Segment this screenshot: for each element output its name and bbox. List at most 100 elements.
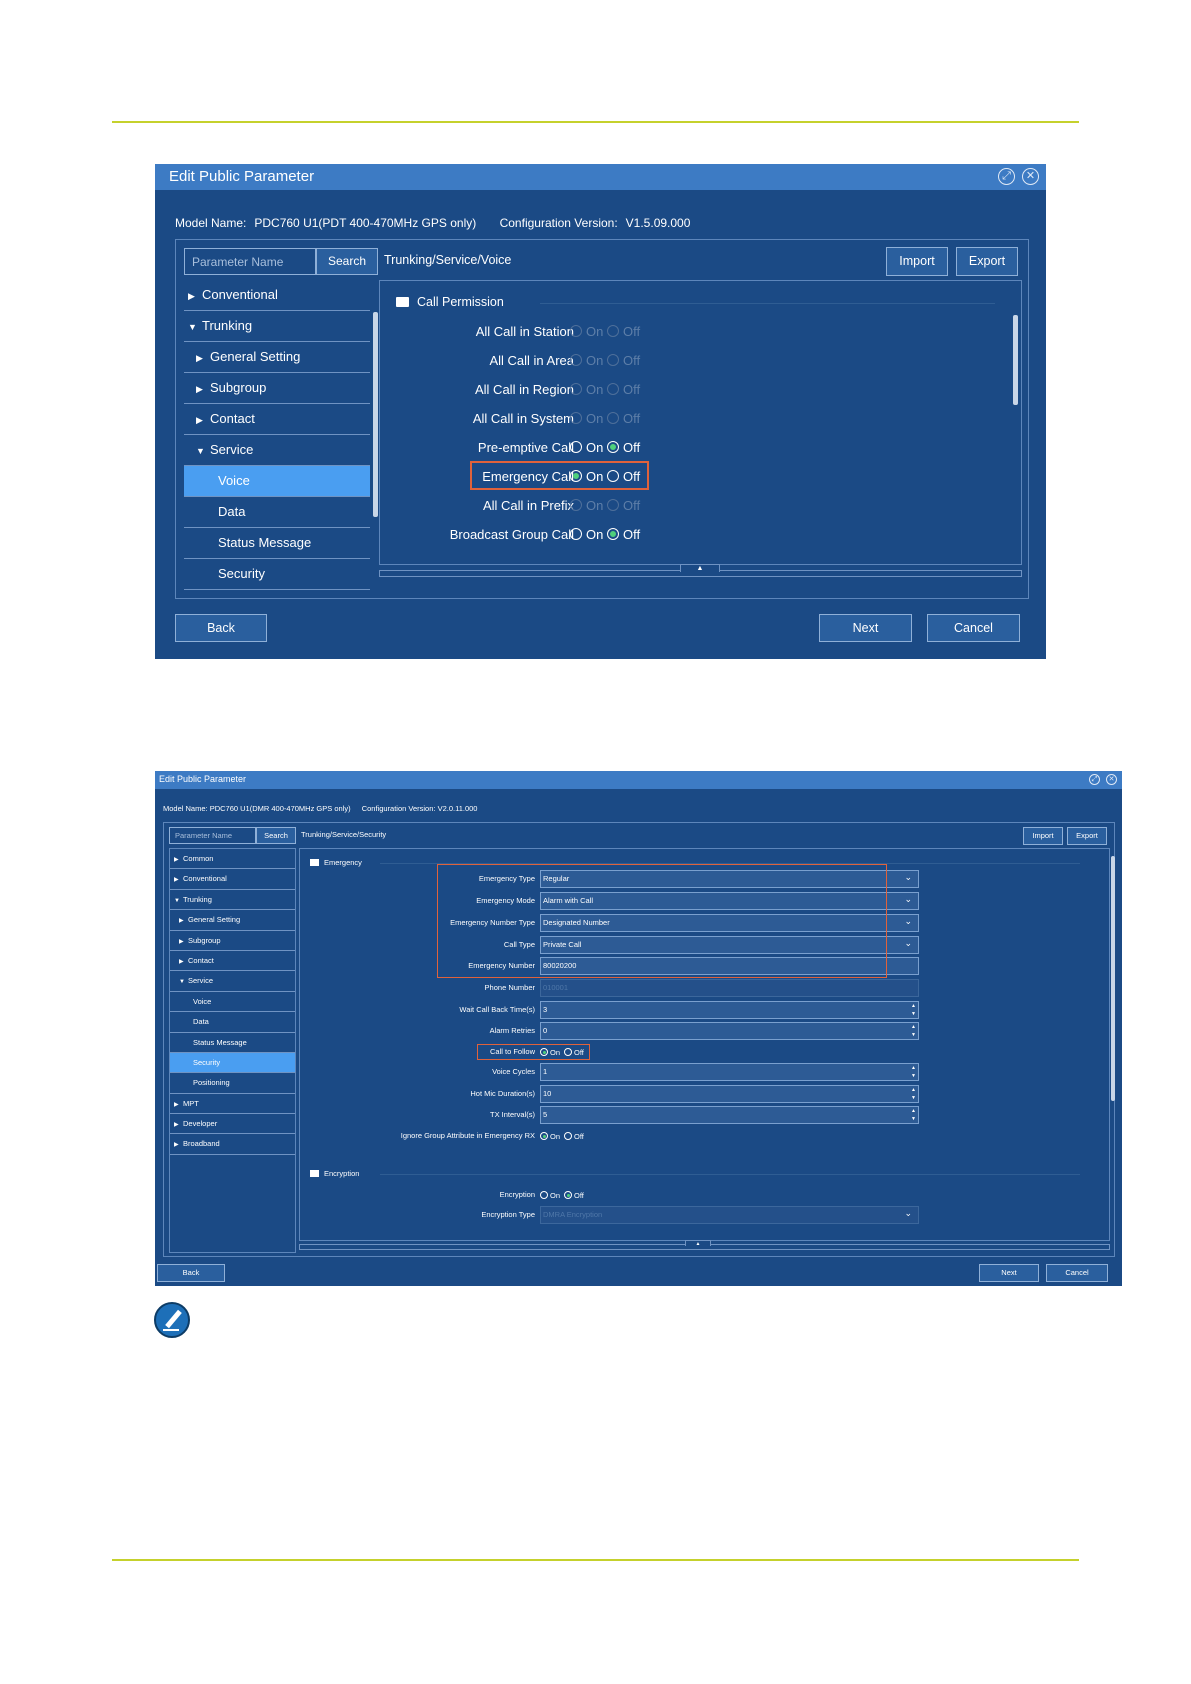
back-button[interactable]: Back — [175, 614, 267, 642]
radio-off-label: Off — [574, 1191, 584, 1200]
permission-row: Broadcast Group Call On Off — [380, 525, 810, 545]
radio-on: On — [570, 324, 603, 339]
tree-item-label: Data — [193, 1017, 209, 1027]
tree-item[interactable]: ▼ Trunking — [170, 890, 295, 911]
tree-item-label: Broadband — [183, 1139, 220, 1149]
radio-off-icon — [564, 1132, 573, 1140]
radio-on[interactable]: On — [540, 1191, 560, 1200]
tree-item[interactable]: ▶ Developer — [170, 1114, 295, 1135]
input-field[interactable]: 10 ▲ ▼ — [540, 1085, 919, 1103]
panel-scroll-thumb[interactable] — [1111, 856, 1115, 1101]
caret-right-icon: ▶ — [196, 384, 203, 394]
tree-item[interactable]: Status Message — [170, 1033, 295, 1053]
radio-on[interactable]: On — [570, 527, 603, 542]
tree-scrollbar[interactable] — [372, 280, 379, 593]
caret-right-icon: ▶ — [174, 857, 179, 863]
radio-on[interactable]: On — [540, 1132, 560, 1141]
tree-item[interactable]: Security — [170, 1052, 295, 1074]
caret-right-icon: ▶ — [179, 958, 184, 965]
group-divider — [540, 303, 995, 304]
horizontal-scrollbar[interactable]: ▲ — [379, 564, 1022, 577]
spinner-icon[interactable]: ▲ ▼ — [911, 1023, 916, 1039]
search-input[interactable]: Parameter Name — [184, 248, 316, 275]
tree-item[interactable]: Data — [184, 497, 370, 528]
radio-off-label: Off — [623, 527, 641, 542]
permission-label: All Call in System — [472, 411, 574, 426]
panel-scrollbar[interactable] — [1110, 848, 1116, 1241]
radio-off[interactable]: Off — [564, 1132, 584, 1141]
panel-scrollbar[interactable] — [1012, 283, 1019, 562]
tree-item[interactable]: ▼ Service — [184, 435, 370, 466]
radio-off[interactable]: Off — [564, 1191, 584, 1200]
tree-item[interactable]: ▶ Contact — [170, 951, 295, 972]
tree-scroll-thumb[interactable] — [373, 312, 378, 517]
radio-off[interactable]: Off — [607, 440, 640, 455]
radio-off: Off — [607, 411, 640, 426]
close-icon[interactable]: ✕ — [1106, 774, 1117, 785]
spinner-icon[interactable]: ▲ ▼ — [911, 1002, 916, 1018]
tree-item[interactable]: Voice — [184, 466, 370, 497]
cancel-button[interactable]: Cancel — [1046, 1264, 1108, 1282]
tree-item[interactable]: ▶ Subgroup — [184, 373, 370, 404]
panel-scroll-thumb[interactable] — [1013, 315, 1018, 405]
export-button[interactable]: Export — [956, 247, 1018, 276]
tree-item[interactable]: ▶ Common — [170, 849, 295, 870]
tree-item[interactable]: ▶ Conventional — [184, 280, 370, 311]
field-row: Voice Cycles 1 ▲ ▼ — [300, 1063, 1100, 1081]
back-button[interactable]: Back — [157, 1264, 225, 1282]
tree-item[interactable]: ▶ Broadband — [170, 1134, 295, 1155]
horizontal-scrollbar[interactable]: ▲ — [299, 1240, 1110, 1250]
tree-item[interactable]: ▼ Trunking — [184, 311, 370, 342]
search-button[interactable]: Search — [316, 248, 378, 275]
search-input[interactable]: Parameter Name — [169, 827, 256, 844]
radio-off-label: Off — [623, 353, 641, 368]
radio-off[interactable]: Off — [607, 527, 640, 542]
import-button[interactable]: Import — [886, 247, 948, 276]
tree-item[interactable]: ▶ General Setting — [170, 910, 295, 931]
tree-item[interactable]: ▶ MPT — [170, 1094, 295, 1115]
close-icon[interactable]: ✕ — [1022, 168, 1039, 185]
next-button[interactable]: Next — [979, 1264, 1039, 1282]
collapse-up-icon[interactable]: ▲ — [680, 564, 720, 572]
breadcrumb: Trunking/Service/Security — [301, 830, 387, 839]
tree-item[interactable]: Voice — [170, 992, 295, 1013]
input-field[interactable]: 5 ▲ ▼ — [540, 1106, 919, 1124]
tree-item[interactable]: ▶ General Setting — [184, 342, 370, 373]
next-button[interactable]: Next — [819, 614, 912, 642]
model-label: Model Name: — [163, 804, 208, 813]
input-field[interactable]: 3 ▲ ▼ — [540, 1001, 919, 1019]
tree-item-label: Service — [210, 442, 254, 457]
spinner-icon[interactable]: ▲ ▼ — [911, 1086, 916, 1102]
permission-label: All Call in Area — [489, 353, 574, 368]
tree-item[interactable]: Security — [184, 559, 370, 590]
permission-row: All Call in System On Off — [380, 409, 810, 429]
collapse-up-icon[interactable]: ▲ — [685, 1240, 711, 1247]
input-field[interactable]: 1 ▲ ▼ — [540, 1063, 919, 1081]
restore-icon[interactable]: ⤢ — [998, 168, 1015, 185]
input-field[interactable]: 0 ▲ ▼ — [540, 1022, 919, 1040]
radio-on[interactable]: On — [570, 440, 603, 455]
search-button[interactable]: Search — [256, 827, 296, 844]
tree-item[interactable]: Positioning — [170, 1073, 295, 1094]
field-value: 3 — [543, 1005, 548, 1014]
restore-icon[interactable]: ⤢ — [1089, 774, 1100, 785]
import-button[interactable]: Import — [1023, 827, 1063, 845]
edit-public-parameter-window-security: Edit Public Parameter ⤢ ✕ Model Name: PD… — [155, 771, 1122, 1286]
export-button[interactable]: Export — [1067, 827, 1107, 845]
emergency-group: Emergency — [310, 858, 362, 867]
tree-item-label: Subgroup — [210, 380, 267, 395]
radio-on-label: On — [550, 1132, 561, 1141]
tree-item[interactable]: ▶ Contact — [184, 404, 370, 435]
caret-right-icon: ▶ — [188, 291, 195, 301]
radio-group: On Off — [540, 1131, 588, 1141]
tree-item[interactable]: Status Message — [184, 528, 370, 559]
field-value: DMRA Encryption — [543, 1210, 603, 1219]
tree-item[interactable]: Data — [170, 1012, 295, 1033]
cancel-button[interactable]: Cancel — [927, 614, 1020, 642]
bottom-rule — [112, 1559, 1079, 1561]
tree-item[interactable]: ▼ Service — [170, 971, 295, 992]
spinner-icon[interactable]: ▲ ▼ — [911, 1107, 916, 1123]
spinner-icon[interactable]: ▲ ▼ — [911, 1064, 916, 1080]
tree-item[interactable]: ▶ Conventional — [170, 869, 295, 890]
tree-item[interactable]: ▶ Subgroup — [170, 931, 295, 951]
